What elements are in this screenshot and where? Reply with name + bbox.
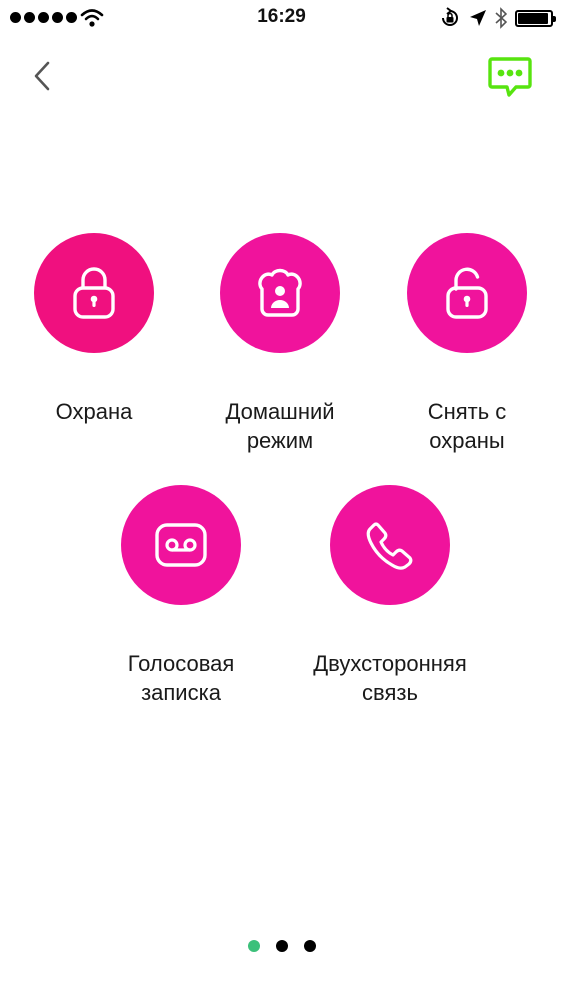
- bluetooth-icon: [495, 7, 507, 29]
- voice-note-button[interactable]: Голосовая записка: [81, 485, 281, 707]
- page-dot-3[interactable]: [303, 940, 316, 952]
- voice-note-circle: [121, 485, 241, 605]
- page-dot-1[interactable]: [247, 940, 260, 952]
- voice-note-label: Голосовая записка: [127, 651, 235, 705]
- page-dot-2[interactable]: [275, 940, 288, 952]
- battery-icon: [515, 9, 556, 27]
- arm-label: Охрана: [55, 399, 133, 424]
- home-mode-button[interactable]: Домашний режим: [180, 233, 380, 455]
- arm-circle: [34, 233, 154, 353]
- rotation-lock-icon: [442, 7, 458, 26]
- disarm-button[interactable]: Снять с охраны: [367, 233, 563, 455]
- voicemail-icon: [155, 523, 207, 567]
- two-way-call-label: Двухсторонняя связь: [313, 651, 467, 705]
- page-indicator: [0, 940, 563, 952]
- back-button[interactable]: [24, 56, 60, 96]
- two-way-call-button[interactable]: Двухсторонняя связь: [290, 485, 490, 707]
- home-mode-label: Домашний режим: [225, 399, 335, 453]
- status-icons: [439, 7, 556, 29]
- lock-open-icon: [446, 267, 488, 319]
- chevron-left-icon: [34, 61, 50, 91]
- disarm-label: Снять с охраны: [427, 399, 507, 453]
- arm-button[interactable]: Охрана: [0, 233, 194, 426]
- home-mode-circle: [220, 233, 340, 353]
- status-bar: 16:29: [0, 0, 563, 40]
- home-person-icon: [258, 268, 302, 317]
- phone-icon: [366, 522, 413, 570]
- chat-bubble-icon: [488, 57, 532, 97]
- disarm-circle: [407, 233, 527, 353]
- two-way-call-circle: [330, 485, 450, 605]
- chat-button[interactable]: [487, 54, 533, 100]
- lock-closed-icon: [73, 267, 115, 319]
- location-arrow-icon: [470, 10, 486, 26]
